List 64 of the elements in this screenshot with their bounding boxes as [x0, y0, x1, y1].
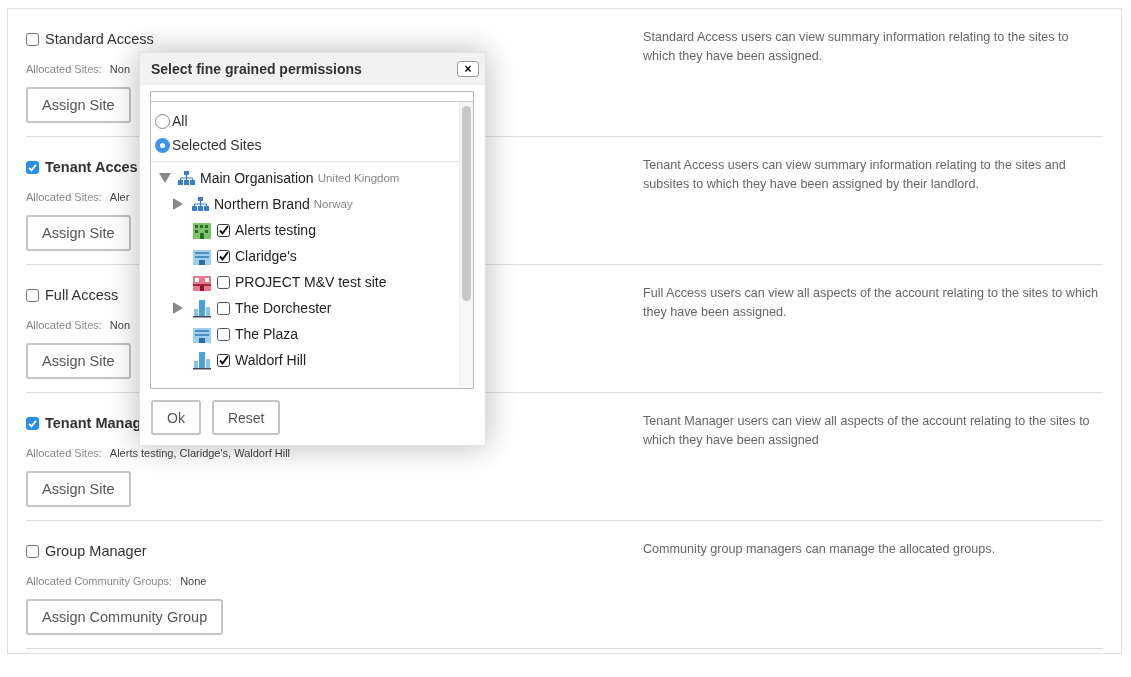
- assign-button[interactable]: Assign Site: [26, 343, 131, 379]
- allocated-label: Allocated Community Groups:: [26, 575, 173, 587]
- hierarchy-icon: [178, 171, 195, 185]
- allocated-value: Aler: [109, 191, 130, 203]
- radio-button[interactable]: [155, 113, 170, 129]
- collapse-arrow-icon[interactable]: [159, 173, 171, 183]
- role-label: Tenant Manag: [45, 415, 142, 431]
- scrollbar-thumb[interactable]: [462, 106, 471, 301]
- building-icon: [192, 220, 212, 240]
- building-icon: [192, 298, 212, 318]
- scrollbar[interactable]: [459, 102, 473, 388]
- region-label: United Kingdom: [317, 172, 400, 184]
- role-description: Tenant Manager users can view all aspects of the account relating to the sites to which they have been assigned: [643, 413, 1091, 449]
- tree-item[interactable]: Alerts testing: [235, 222, 316, 238]
- checkbox[interactable]: [217, 275, 230, 289]
- radio-label: Selected Sites: [172, 137, 262, 153]
- allocated-value: Non: [109, 63, 130, 75]
- role-label: Group Manager: [45, 543, 147, 559]
- tree-item[interactable]: The Dorchester: [235, 300, 332, 316]
- checkbox[interactable]: [217, 327, 230, 341]
- role-description: Community group managers can manage the allocated groups.: [643, 541, 997, 558]
- role-label: Tenant Acces: [45, 159, 138, 175]
- close-button[interactable]: ×: [457, 61, 479, 77]
- checkbox[interactable]: [26, 416, 39, 430]
- checkbox[interactable]: [217, 249, 230, 263]
- expand-arrow-icon[interactable]: [173, 302, 183, 314]
- role-description: Tenant Access users can view summary information relating to the sites and subsites to which they have been assigned by their landlord.: [643, 157, 1067, 193]
- checkbox[interactable]: [26, 160, 39, 174]
- allocated-label: Allocated Sites:: [26, 63, 102, 75]
- tree-item[interactable]: Main Organisation: [200, 170, 314, 186]
- region-label: Norway: [313, 198, 353, 210]
- checkbox[interactable]: [26, 288, 39, 302]
- radio-button[interactable]: [155, 137, 170, 153]
- checkbox[interactable]: [217, 353, 230, 367]
- allocated-value: Non: [109, 319, 130, 331]
- tree-item[interactable]: The Plaza: [235, 326, 299, 342]
- dialog-title: Select fine grained permissions: [151, 61, 362, 77]
- allocated-value: Alerts testing, Claridge's, Waldorf Hill: [109, 447, 291, 459]
- radio-label: All: [172, 113, 188, 129]
- dialog-button[interactable]: Reset: [211, 400, 281, 435]
- assign-button[interactable]: Assign Site: [26, 87, 131, 123]
- dialog-button[interactable]: Ok: [151, 400, 201, 435]
- checkbox[interactable]: [217, 301, 230, 315]
- role-label: Standard Access: [45, 31, 154, 47]
- assign-button[interactable]: Assign Site: [26, 471, 131, 507]
- checkbox[interactable]: [217, 223, 230, 237]
- role-description: Standard Access users can view summary information relating to the sites to which they have been assigned.: [643, 29, 1070, 65]
- role-label: Full Access: [45, 287, 119, 303]
- allocated-value: None: [180, 575, 207, 587]
- role-description: Full Access users can view all aspects of the account relating to the sites to which they have been assigned.: [643, 285, 1099, 321]
- tree-item[interactable]: Claridge's: [235, 248, 297, 264]
- building-icon: [192, 350, 212, 370]
- assign-button[interactable]: Assign Site: [26, 215, 131, 251]
- tree-item[interactable]: Northern Brand: [214, 196, 310, 212]
- allocated-label: Allocated Sites:: [26, 319, 102, 331]
- tree-item[interactable]: PROJECT M&V test site: [235, 274, 387, 290]
- allocated-label: Allocated Sites:: [26, 191, 102, 203]
- assign-button[interactable]: Assign Community Group: [26, 599, 224, 635]
- checkbox[interactable]: [26, 544, 39, 558]
- expand-arrow-icon[interactable]: [173, 198, 183, 210]
- checkbox[interactable]: [26, 32, 39, 46]
- tree-item[interactable]: Waldorf Hill: [235, 352, 307, 368]
- hierarchy-icon: [192, 197, 209, 211]
- allocated-label: Allocated Sites:: [26, 447, 102, 459]
